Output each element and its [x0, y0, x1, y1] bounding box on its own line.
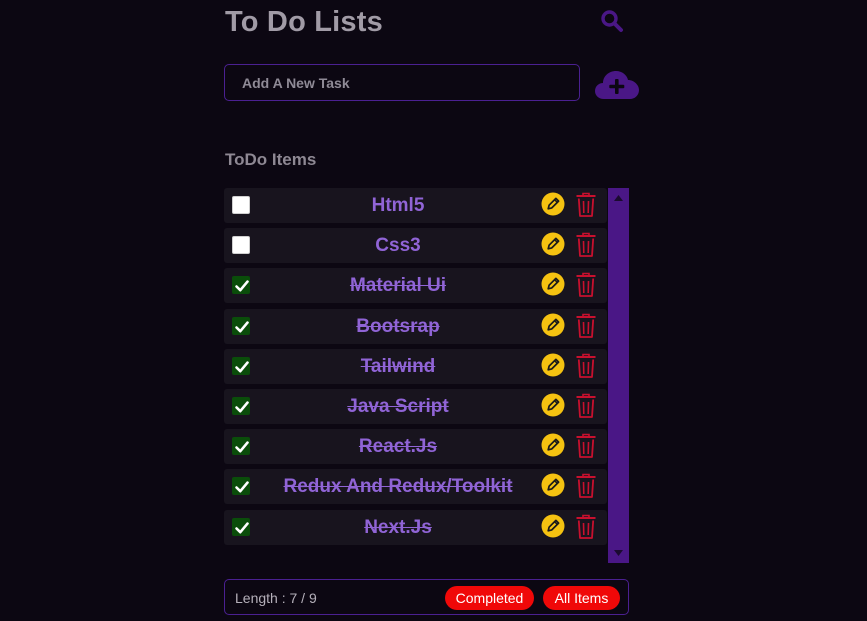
- todo-item: Material Ui: [224, 268, 607, 303]
- trash-icon: [576, 272, 596, 297]
- edit-button[interactable]: [541, 313, 565, 337]
- todo-checkbox[interactable]: [232, 397, 250, 415]
- todo-items-heading: ToDo Items: [225, 150, 317, 169]
- delete-button[interactable]: [575, 313, 597, 339]
- todo-checkbox[interactable]: [232, 276, 250, 294]
- edit-button[interactable]: [541, 393, 565, 417]
- delete-button[interactable]: [575, 192, 597, 218]
- edit-button[interactable]: [541, 232, 565, 256]
- page-title: To Do Lists: [225, 6, 383, 38]
- trash-icon: [576, 393, 596, 418]
- search-icon: [601, 10, 623, 32]
- todo-item: Bootsrap: [224, 309, 607, 344]
- todo-item: Redux And Redux/Toolkit: [224, 469, 607, 504]
- trash-icon: [576, 514, 596, 539]
- todo-item-label: Next.Js: [364, 517, 432, 538]
- delete-button[interactable]: [575, 232, 597, 258]
- pencil-icon: [541, 232, 565, 256]
- edit-button[interactable]: [541, 473, 565, 497]
- trash-icon: [576, 192, 596, 217]
- todo-item-label: Tailwind: [360, 356, 436, 377]
- search-button[interactable]: [599, 8, 625, 34]
- todo-checkbox[interactable]: [232, 437, 250, 455]
- todo-item-label: Redux And Redux/Toolkit: [283, 476, 513, 497]
- todo-checkbox[interactable]: [232, 236, 250, 254]
- todo-item: Next.Js: [224, 510, 607, 545]
- delete-button[interactable]: [575, 272, 597, 298]
- delete-button[interactable]: [575, 473, 597, 499]
- pencil-icon: [541, 473, 565, 497]
- todo-checkbox[interactable]: [232, 518, 250, 536]
- scroll-down-arrow-icon[interactable]: [613, 549, 624, 557]
- checkmark-icon: [235, 441, 249, 453]
- todo-app: To Do Lists ToDo Items Html5 Css3 Material…: [224, 0, 640, 621]
- checkmark-icon: [235, 280, 249, 292]
- pencil-icon: [541, 433, 565, 457]
- checkmark-icon: [235, 481, 249, 493]
- new-task-input[interactable]: [224, 64, 580, 101]
- delete-button[interactable]: [575, 433, 597, 459]
- edit-button[interactable]: [541, 514, 565, 538]
- list-scrollbar[interactable]: [608, 188, 629, 563]
- todo-item: Java Script: [224, 389, 607, 424]
- add-task-button[interactable]: [595, 67, 639, 101]
- pencil-icon: [541, 353, 565, 377]
- todo-item: Tailwind: [224, 349, 607, 384]
- todo-checkbox[interactable]: [232, 357, 250, 375]
- checkmark-icon: [235, 522, 249, 534]
- todo-item-label: Html5: [371, 195, 425, 216]
- todo-item-label: Java Script: [347, 396, 449, 417]
- pencil-icon: [541, 514, 565, 538]
- all-items-filter-button[interactable]: All Items: [543, 586, 620, 610]
- cloud-plus-icon: [595, 71, 639, 99]
- todo-item-label: Bootsrap: [356, 316, 440, 337]
- list-footer: Length : 7 / 9 Completed All Items: [224, 579, 629, 615]
- trash-icon: [576, 353, 596, 378]
- delete-button[interactable]: [575, 393, 597, 419]
- delete-button[interactable]: [575, 514, 597, 540]
- todo-list-container: Html5 Css3 Material Ui Bootsrap Tailwind Java…: [224, 188, 629, 563]
- scroll-up-arrow-icon[interactable]: [613, 194, 624, 202]
- pencil-icon: [541, 313, 565, 337]
- todo-checkbox[interactable]: [232, 477, 250, 495]
- checkmark-icon: [235, 401, 249, 413]
- todo-item-label: Css3: [375, 235, 421, 256]
- delete-button[interactable]: [575, 353, 597, 379]
- trash-icon: [576, 433, 596, 458]
- edit-button[interactable]: [541, 353, 565, 377]
- todo-item: Css3: [224, 228, 607, 263]
- trash-icon: [576, 232, 596, 257]
- edit-button[interactable]: [541, 192, 565, 216]
- completed-filter-button[interactable]: Completed: [445, 586, 534, 610]
- todo-item: React.Js: [224, 429, 607, 464]
- trash-icon: [576, 473, 596, 498]
- pencil-icon: [541, 192, 565, 216]
- todo-checkbox[interactable]: [232, 196, 250, 214]
- checkmark-icon: [235, 321, 249, 333]
- todo-item: Html5: [224, 188, 607, 223]
- edit-button[interactable]: [541, 433, 565, 457]
- length-counter: Length : 7 / 9: [235, 590, 317, 606]
- edit-button[interactable]: [541, 272, 565, 296]
- trash-icon: [576, 313, 596, 338]
- pencil-icon: [541, 272, 565, 296]
- checkmark-icon: [235, 361, 249, 373]
- todo-checkbox[interactable]: [232, 317, 250, 335]
- todo-item-label: Material Ui: [349, 275, 447, 296]
- pencil-icon: [541, 393, 565, 417]
- todo-item-label: React.Js: [358, 436, 438, 457]
